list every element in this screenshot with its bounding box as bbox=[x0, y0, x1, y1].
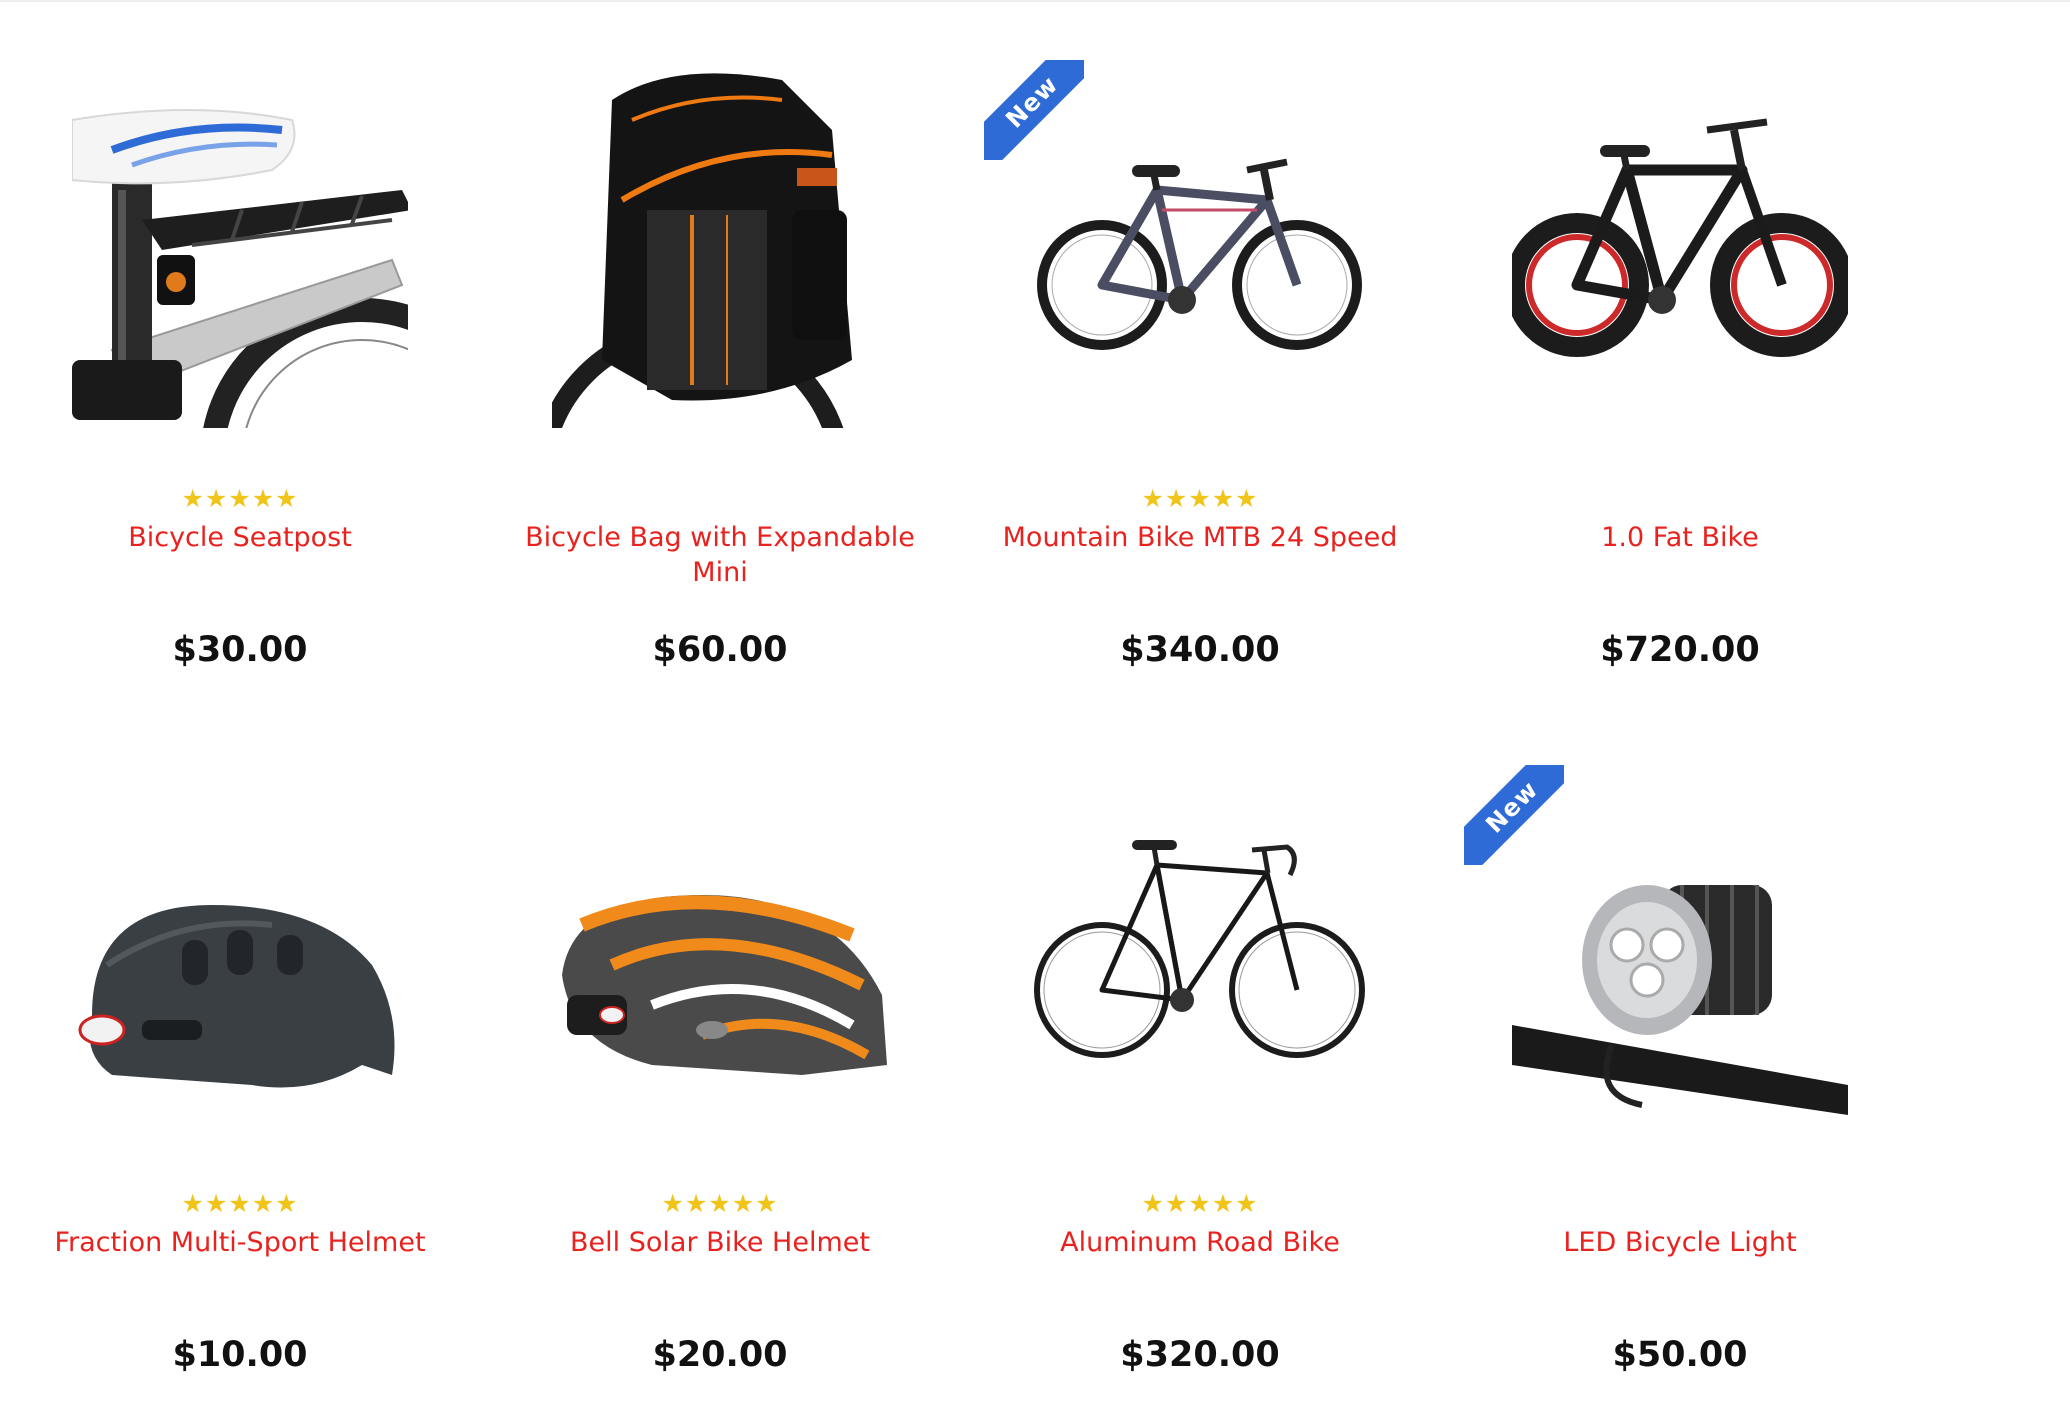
bike-helmet-image[interactable] bbox=[552, 765, 888, 1133]
rating-stars: ★★★★★ bbox=[181, 484, 299, 513]
product-name-link[interactable]: 1.0 Fat Bike bbox=[1480, 520, 1880, 555]
product-card[interactable]: ★★★★★ Aluminum Road Bike $320.00 bbox=[960, 705, 1440, 1405]
product-card[interactable]: Bicycle Bag with Expandable Mini $60.00 bbox=[480, 0, 960, 700]
road-bike-image[interactable] bbox=[1032, 765, 1368, 1133]
product-price: $30.00 bbox=[172, 630, 308, 670]
new-badge-label: New bbox=[1464, 765, 1564, 865]
product-name-link[interactable]: Fraction Multi-Sport Helmet bbox=[40, 1225, 440, 1260]
product-price: $320.00 bbox=[1120, 1335, 1280, 1375]
product-price: $50.00 bbox=[1612, 1335, 1748, 1375]
rating-stars bbox=[1440, 1190, 1920, 1218]
product-name-link[interactable]: Aluminum Road Bike bbox=[1000, 1225, 1400, 1260]
rating-stars: ★★★★★ bbox=[661, 1189, 779, 1218]
product-price: $10.00 bbox=[172, 1335, 308, 1375]
product-card[interactable]: ★★★★★ Bicycle Seatpost $30.00 bbox=[0, 0, 480, 700]
product-grid: ★★★★★ Bicycle Seatpost $30.00 Bicycle Ba… bbox=[0, 0, 2070, 1375]
rating-stars bbox=[1440, 485, 1920, 513]
new-badge: New bbox=[984, 60, 1084, 160]
product-card[interactable]: ★★★★★ Bell Solar Bike Helmet $20.00 bbox=[480, 705, 960, 1405]
rating-stars: ★★★★★ bbox=[1141, 484, 1259, 513]
product-card[interactable]: New LED Bicycle Light $50.00 bbox=[1440, 705, 1920, 1405]
rating-stars: ★★★★★ bbox=[181, 1189, 299, 1218]
product-card[interactable]: 1.0 Fat Bike $720.00 bbox=[1440, 0, 1920, 700]
rating-stars: ★★★★★ bbox=[1141, 1189, 1259, 1218]
product-price: $60.00 bbox=[652, 630, 788, 670]
product-price: $20.00 bbox=[652, 1335, 788, 1375]
helmet-image[interactable] bbox=[72, 765, 408, 1133]
product-price: $720.00 bbox=[1600, 630, 1760, 670]
product-card[interactable]: New ★★★★★ Mountain Bike MTB 24 Speed $34… bbox=[960, 0, 1440, 700]
product-name-link[interactable]: Bell Solar Bike Helmet bbox=[520, 1225, 920, 1260]
new-badge: New bbox=[1464, 765, 1564, 865]
product-name-link[interactable]: Bicycle Bag with Expandable Mini bbox=[520, 520, 920, 590]
fat-bike-image[interactable] bbox=[1512, 60, 1848, 428]
product-name-link[interactable]: LED Bicycle Light bbox=[1480, 1225, 1880, 1260]
product-price: $340.00 bbox=[1120, 630, 1280, 670]
new-badge-label: New bbox=[984, 60, 1084, 160]
bike-bag-image[interactable] bbox=[552, 60, 888, 428]
seatpost-image[interactable] bbox=[72, 60, 408, 428]
product-card[interactable]: ★★★★★ Fraction Multi-Sport Helmet $10.00 bbox=[0, 705, 480, 1405]
product-name-link[interactable]: Mountain Bike MTB 24 Speed bbox=[1000, 520, 1400, 555]
product-name-link[interactable]: Bicycle Seatpost bbox=[40, 520, 440, 555]
rating-stars bbox=[480, 485, 960, 513]
